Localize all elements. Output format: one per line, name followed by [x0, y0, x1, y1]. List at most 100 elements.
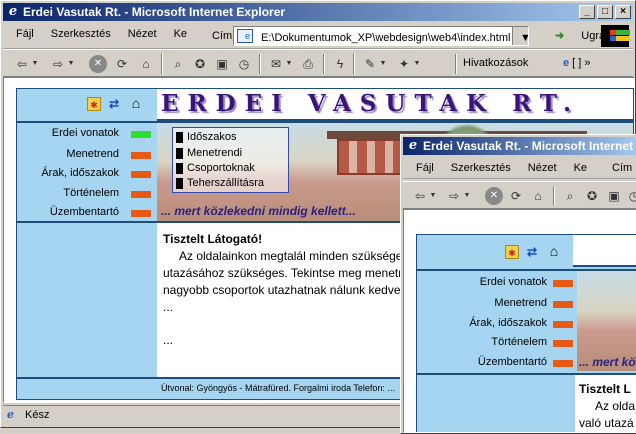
- logo-band: ERDEI VASUTAK RT.: [157, 89, 633, 121]
- lightning-icon[interactable]: ϟ: [331, 55, 349, 73]
- links-chevron-icon: »: [584, 57, 591, 69]
- home-icon[interactable]: ⌂: [129, 96, 143, 110]
- status-page-icon: e: [7, 408, 14, 421]
- ie-window-second: e Erdei Vasutak Rt. - Microsoft Internet…: [400, 134, 636, 434]
- close-button[interactable]: ×: [615, 5, 631, 19]
- back-dropdown-icon[interactable]: ▼: [31, 55, 39, 73]
- mail-icon[interactable]: ✉: [267, 55, 285, 73]
- history-icon[interactable]: ◷: [235, 55, 253, 73]
- forward-dropdown-icon-2[interactable]: ▼: [463, 187, 471, 205]
- site-page-2: ✱ ⇄ ⌂ Erdei vonatok Menetrend Árak, idős…: [416, 234, 636, 432]
- forward-icon-2[interactable]: ⇨: [445, 187, 463, 205]
- home-icon-2[interactable]: ⌂: [529, 187, 547, 205]
- go-arrow-icon: ➜: [555, 30, 565, 42]
- site-slogan: ... mert közlekedni mindig kellett...: [161, 204, 356, 218]
- menu-bar-2: Fájl Szerkesztés Nézet Ke Cím: [403, 157, 636, 179]
- folder-star-icon-2[interactable]: ✱: [505, 245, 519, 259]
- title-bar-2[interactable]: e Erdei Vasutak Rt. - Microsoft Internet…: [403, 137, 636, 155]
- nav2-item-arak[interactable]: Árak, időszakok: [469, 317, 547, 329]
- title-bar[interactable]: e Erdei Vasutak Rt. - Microsoft Internet…: [3, 3, 633, 21]
- home-icon-2b[interactable]: ⌂: [547, 244, 561, 258]
- status-text: Kész: [25, 409, 50, 421]
- nav-item-arak[interactable]: Árak, időszakok: [41, 167, 119, 179]
- windows-logo-icon: [601, 25, 630, 47]
- menu-view[interactable]: Nézet: [121, 23, 164, 45]
- menu-bar: Fájl Szerkesztés Nézet Ke Cím e E:\Dokum…: [3, 23, 633, 49]
- address-value: E:\Dokumentumok_XP\webdesign\web4\index.…: [261, 32, 511, 44]
- favorites-icon-2[interactable]: ✪: [583, 187, 601, 205]
- submenu-teherszallitasra[interactable]: Teherszállításra: [176, 177, 264, 190]
- nav2-item-erdei-vonatok[interactable]: Erdei vonatok: [480, 276, 547, 288]
- toolbar: ⇦ ▼ ⇨ ▼ ✕ ⟳ ⌂ ⌕ ✪ ▣ ◷ ✉ ▼ ⎙ ϟ ✎ ▼ ✦ ▼ Hi…: [3, 49, 633, 77]
- discuss-icon[interactable]: ✦: [395, 55, 413, 73]
- refresh-icon[interactable]: ⇄: [107, 97, 121, 111]
- nav2-indicator-4: [553, 340, 573, 347]
- back-icon-2[interactable]: ⇦: [411, 187, 429, 205]
- menu-view-2[interactable]: Nézet: [521, 157, 564, 179]
- links-page-icon: e: [563, 57, 570, 69]
- menu-file-2[interactable]: Fájl: [409, 157, 441, 179]
- address-label-2: Cím: [612, 162, 633, 174]
- nav2-indicator-3: [553, 321, 573, 328]
- refresh-icon[interactable]: ⟳: [113, 55, 131, 73]
- nav-item-erdei-vonatok[interactable]: Erdei vonatok: [52, 127, 119, 139]
- submenu-idoszakos[interactable]: Időszakos: [176, 131, 237, 144]
- back-dropdown-icon-2[interactable]: ▼: [429, 187, 437, 205]
- nav-item-uzembentarto[interactable]: Üzembentartó: [50, 206, 119, 218]
- menu-favorites[interactable]: Ke: [167, 23, 194, 45]
- address-dropdown-button[interactable]: ▼: [512, 27, 528, 45]
- nav2-item-tortenelem[interactable]: Történelem: [491, 336, 547, 348]
- nav-item-menetrend[interactable]: Menetrend: [66, 148, 119, 160]
- maximize-button[interactable]: □: [597, 5, 613, 19]
- print-icon[interactable]: ⎙: [299, 55, 317, 73]
- nav-indicator-uzembentarto: [131, 210, 151, 217]
- forward-icon[interactable]: ⇨: [49, 55, 67, 73]
- refresh-icon-2b[interactable]: ⇄: [525, 245, 539, 259]
- window-title: Erdei Vasutak Rt. - Microsoft Internet E…: [23, 5, 286, 19]
- menu-favorites-2[interactable]: Ke: [567, 157, 594, 179]
- stop-icon[interactable]: ✕: [89, 55, 107, 73]
- favorites-icon[interactable]: ✪: [191, 55, 209, 73]
- menu-edit[interactable]: Szerkesztés: [44, 23, 118, 45]
- search-icon-2[interactable]: ⌕: [561, 187, 579, 205]
- edit-dropdown-icon[interactable]: ▼: [379, 55, 387, 73]
- edit-icon[interactable]: ✎: [361, 55, 379, 73]
- browser-viewport-2: ✱ ⇄ ⌂ Erdei vonatok Menetrend Árak, idős…: [403, 209, 636, 433]
- main-text-panel-2: Tisztelt L Az olda való utazá: [575, 375, 636, 432]
- nav-item-tortenelem[interactable]: Történelem: [63, 187, 119, 199]
- intro-line-2b: való utazá: [579, 416, 634, 430]
- refresh-icon-2[interactable]: ⟳: [507, 187, 525, 205]
- stop-icon-2[interactable]: ✕: [485, 187, 503, 205]
- submenu-menetrendi[interactable]: Menetrendi: [176, 147, 242, 160]
- links-bar[interactable]: e [ ] »: [563, 57, 591, 69]
- links-label[interactable]: Hivatkozások: [463, 57, 528, 69]
- menu-edit-2[interactable]: Szerkesztés: [444, 157, 518, 179]
- intro-line-2a: Az olda: [595, 399, 636, 413]
- submenu-box: Időszakos Menetrendi Csoportoknak Tehers…: [172, 127, 289, 193]
- nav2-indicator-5: [553, 360, 573, 367]
- forward-dropdown-icon[interactable]: ▼: [67, 55, 75, 73]
- home-icon[interactable]: ⌂: [137, 55, 155, 73]
- nav2-item-menetrend[interactable]: Menetrend: [494, 297, 547, 309]
- media-icon[interactable]: ▣: [213, 55, 231, 73]
- mail-dropdown-icon[interactable]: ▼: [285, 55, 293, 73]
- nav2-indicator-2: [553, 301, 573, 308]
- search-icon[interactable]: ⌕: [169, 55, 187, 73]
- discuss-dropdown-icon[interactable]: ▼: [413, 55, 421, 73]
- submenu-csoportoknak[interactable]: Csoportoknak: [176, 162, 255, 175]
- address-field[interactable]: e E:\Dokumentumok_XP\webdesign\web4\inde…: [233, 26, 529, 46]
- site-slogan-2: ... mert közl: [579, 355, 636, 369]
- folder-star-icon[interactable]: ✱: [87, 97, 101, 111]
- menu-file[interactable]: Fájl: [9, 23, 41, 45]
- toolbar-2: ⇦ ▼ ⇨ ▼ ✕ ⟳ ⌂ ⌕ ✪ ▣ ◷: [403, 181, 636, 209]
- nav2-indicator-1: [553, 280, 573, 287]
- nav2-item-uzembentarto[interactable]: Üzembentartó: [478, 356, 547, 368]
- media-icon-2[interactable]: ▣: [605, 187, 623, 205]
- back-icon[interactable]: ⇦: [13, 55, 31, 73]
- page-icon: e: [237, 29, 253, 43]
- minimize-button[interactable]: _: [579, 5, 595, 19]
- history-icon-2[interactable]: ◷: [625, 187, 636, 205]
- logo-band-2: [573, 235, 636, 267]
- site-logo: ERDEI VASUTAK RT.: [161, 90, 581, 117]
- window-title-2: Erdei Vasutak Rt. - Microsoft Internet E…: [423, 139, 636, 153]
